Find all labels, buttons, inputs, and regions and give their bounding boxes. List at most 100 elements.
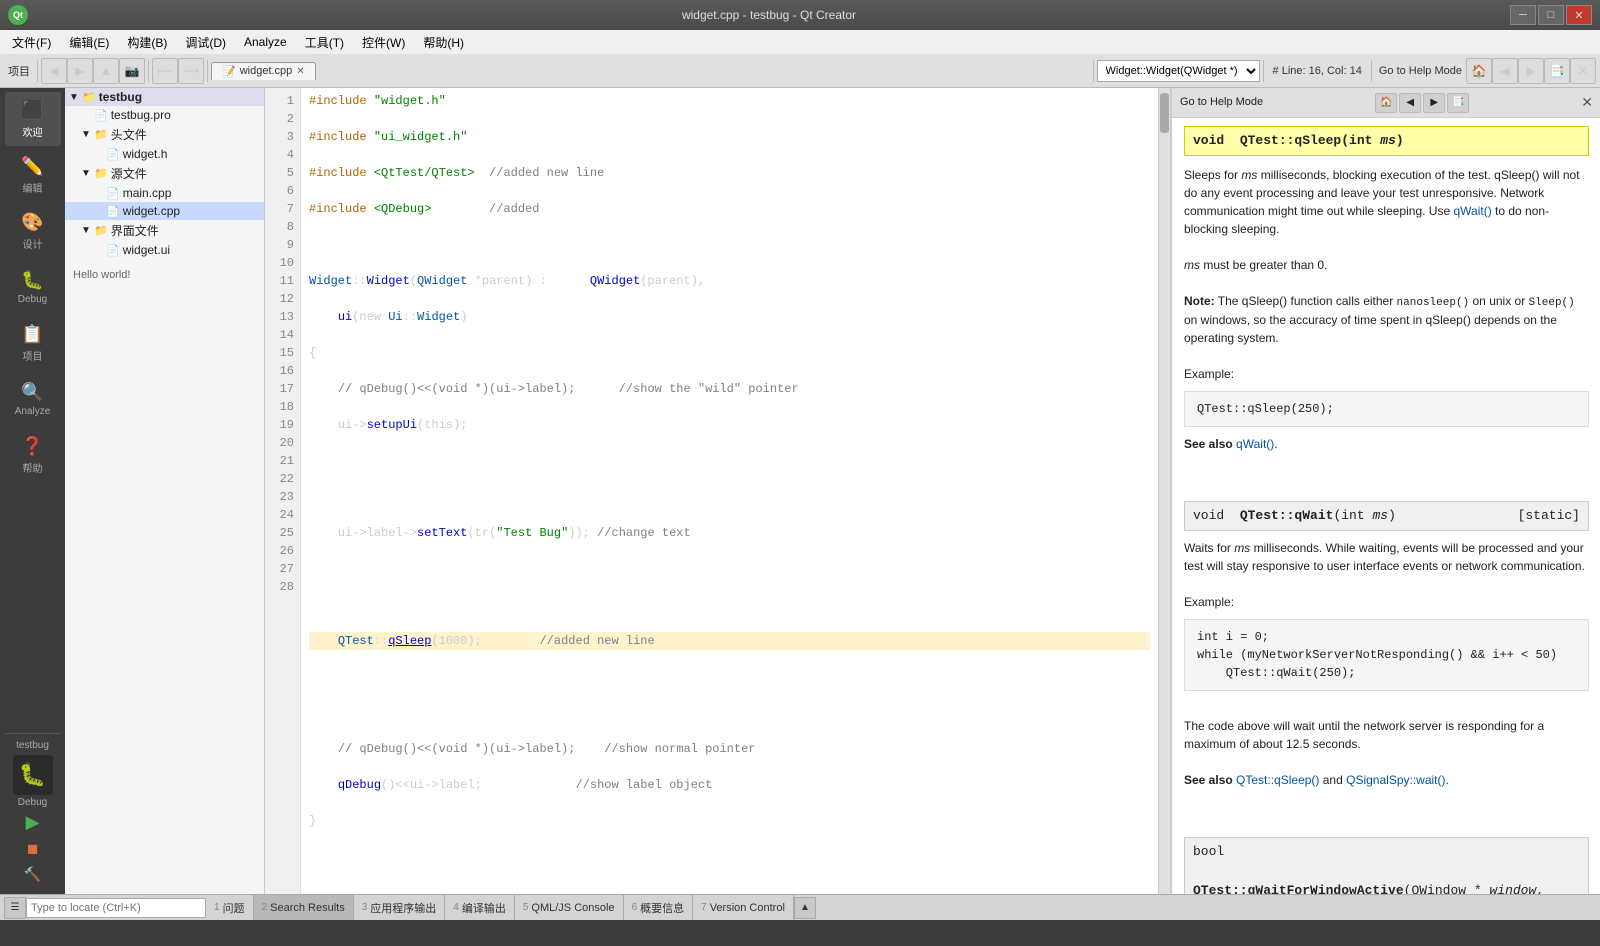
editor-scrollbar[interactable] [1158,88,1170,894]
toolbar-separator2 [148,60,149,82]
debug-project-label: testbug [16,740,49,751]
help-forward-icon[interactable]: ▶ [1423,93,1445,113]
help-bookmark-btn[interactable]: 📑 [1544,58,1570,84]
status-tab-3-num: 3 [362,902,368,913]
tree-label-widget-ui: widget.ui [123,243,170,257]
titlebar: Qt widget.cpp - testbug - Qt Creator ─ □… [0,0,1600,30]
file-tab-widget-cpp[interactable]: 📝 widget.cpp ✕ [211,62,316,80]
toolbar-back-btn[interactable]: ◀ [41,58,67,84]
help-qsignalspy-link[interactable]: QSignalSpy::wait() [1346,773,1445,787]
sidebar-item-project[interactable]: 📋 项目 [5,316,61,370]
menu-tools[interactable]: 工具(T) [297,32,352,53]
status-tab-version-control[interactable]: 7 Version Control [693,895,794,920]
status-tab-search-results[interactable]: 2 Search Results [254,895,354,920]
tree-item-widget-cpp[interactable]: 📄 widget.cpp [65,202,264,220]
sidebar-item-design[interactable]: 🎨 设计 [5,204,61,258]
status-toggle-btn[interactable]: ☰ [4,897,26,919]
menu-edit[interactable]: 编辑(E) [61,32,117,53]
toolbar-snapshot-btn[interactable]: 📷 [119,58,145,84]
toolbar-prev-btn[interactable]: ⟵ [152,58,178,84]
help-bookmark-icon[interactable]: 📑 [1447,93,1469,113]
build-button[interactable]: 🔨 [18,862,48,886]
code-line-10: ui->setupUi(this); [309,416,1150,434]
help-home-icon[interactable]: 🏠 [1375,93,1397,113]
help-qwait-link2[interactable]: qWait() [1236,437,1274,451]
sidebar-item-analyze[interactable]: 🔍 Analyze [5,372,61,426]
tree-label-headers: 头文件 [111,126,147,143]
toolbar-separator6 [1371,60,1372,82]
tree-item-forms[interactable]: ▼ 📁 界面文件 [65,220,264,241]
help-qwait-link[interactable]: qWait() [1453,204,1491,218]
qt-logo-icon: Qt [8,5,28,25]
menu-analyze[interactable]: Analyze [236,33,295,51]
tree-item-testbug[interactable]: ▼ 📁 testbug [65,88,264,106]
sidebar-item-welcome[interactable]: ⬛ 欢迎 [5,92,61,146]
tree-label-testbug: testbug [99,90,142,104]
debug-icon: 🐛 [21,270,43,291]
code-editor[interactable]: 1 2 3 4 5 6 7 8 9 10 11 12 13 14 15 16 1… [265,88,1170,894]
stop-button[interactable]: ◼ [18,836,48,860]
folder-icon-headers: 📁 [94,128,108,141]
sidebar-item-help[interactable]: ❓ 帮助 [5,428,61,482]
tree-item-headers[interactable]: ▼ 📁 头文件 [65,124,264,145]
code-line-8: { [309,344,1150,362]
help-func2-seealso: See also QTest::qSleep() and QSignalSpy:… [1184,771,1589,789]
sidebar-label-welcome: 欢迎 [23,124,43,139]
menu-help[interactable]: 帮助(H) [415,32,472,53]
menu-build[interactable]: 构建(B) [119,32,175,53]
menu-debug[interactable]: 调试(D) [177,32,234,53]
maximize-button[interactable]: □ [1538,5,1564,25]
help-back-btn[interactable]: ◀ [1492,58,1518,84]
code-line-3: #include <QtTest/QTest> //added new line [309,164,1150,182]
status-tab-summary[interactable]: 6 概要信息 [624,895,694,920]
help-qsleep-link[interactable]: QTest::qSleep() [1236,773,1319,787]
welcome-icon: ⬛ [21,100,43,121]
tree-item-main-cpp[interactable]: 📄 main.cpp [65,184,264,202]
close-button[interactable]: ✕ [1566,5,1592,25]
help-home-btn[interactable]: 🏠 [1466,58,1492,84]
help-panel-close-btn[interactable]: ✕ [1581,92,1593,113]
file-tab-close-icon[interactable]: ✕ [296,66,304,77]
toolbar-forward-btn[interactable]: ▶ [67,58,93,84]
sidebar-item-edit[interactable]: ✏️ 编辑 [5,148,61,202]
status-tab-3-label: 应用程序输出 [370,900,436,916]
sidebar-label-help: 帮助 [23,460,43,475]
status-tab-6-label: 概要信息 [640,900,684,916]
file-icon-widget-ui: 📄 [106,244,120,257]
sidebar-item-debug[interactable]: 🐛 Debug [5,260,61,314]
help-func2-desc-after: The code above will wait until the netwo… [1184,717,1589,753]
menu-controls[interactable]: 控件(W) [354,32,413,53]
toolbar-up-btn[interactable]: ▲ [93,58,119,84]
search-input[interactable] [26,898,206,918]
tree-item-testbug-pro[interactable]: 📄 testbug.pro [65,106,264,124]
minimize-button[interactable]: ─ [1510,5,1536,25]
status-tab-app-output[interactable]: 3 应用程序输出 [354,895,446,920]
help-func1-code: QTest::qSleep(250); [1184,391,1589,427]
menu-file[interactable]: 文件(F) [4,32,59,53]
status-expand-btn[interactable]: ▲ [794,897,816,919]
help-close-btn2[interactable]: ✕ [1570,58,1596,84]
code-line-16: QTest::qSleep(1000); //added new line [309,632,1150,650]
code-content[interactable]: #include "widget.h" #include "ui_widget.… [301,88,1158,894]
tree-item-widget-h[interactable]: 📄 widget.h [65,145,264,163]
status-tab-compile-output[interactable]: 4 编译输出 [445,895,515,920]
help-back-icon[interactable]: ◀ [1399,93,1421,113]
toolbar-separator4 [1093,60,1094,82]
status-tab-7-num: 7 [701,902,707,913]
function-combo[interactable]: Widget::Widget(QWidget *) [1097,60,1260,82]
tree-item-sources[interactable]: ▼ 📁 源文件 [65,163,264,184]
tree-item-widget-ui[interactable]: 📄 widget.ui [65,241,264,259]
hello-world-text: Hello world! [65,259,264,281]
status-tab-5-num: 5 [523,902,529,913]
toolbar-next-btn[interactable]: ⟶ [178,58,204,84]
help-panel: Go to Help Mode 🏠 ◀ ▶ 📑 ✕ void QTest::qS… [1171,88,1600,894]
debug-avatar-icon: 🐛 [19,762,46,788]
status-tab-qml-console[interactable]: 5 QML/JS Console [515,895,624,920]
line-col-info: # Line: 16, Col: 14 [1267,65,1368,77]
tree-label-widget-h: widget.h [123,147,168,161]
status-tab-issues[interactable]: 1 问题 [206,895,254,920]
help-func1-desc1: Sleeps for ms milliseconds, blocking exe… [1184,166,1589,238]
run-button[interactable]: ▶ [18,810,48,834]
sidebar-label-edit: 编辑 [23,180,43,195]
help-fwd-btn[interactable]: ▶ [1518,58,1544,84]
